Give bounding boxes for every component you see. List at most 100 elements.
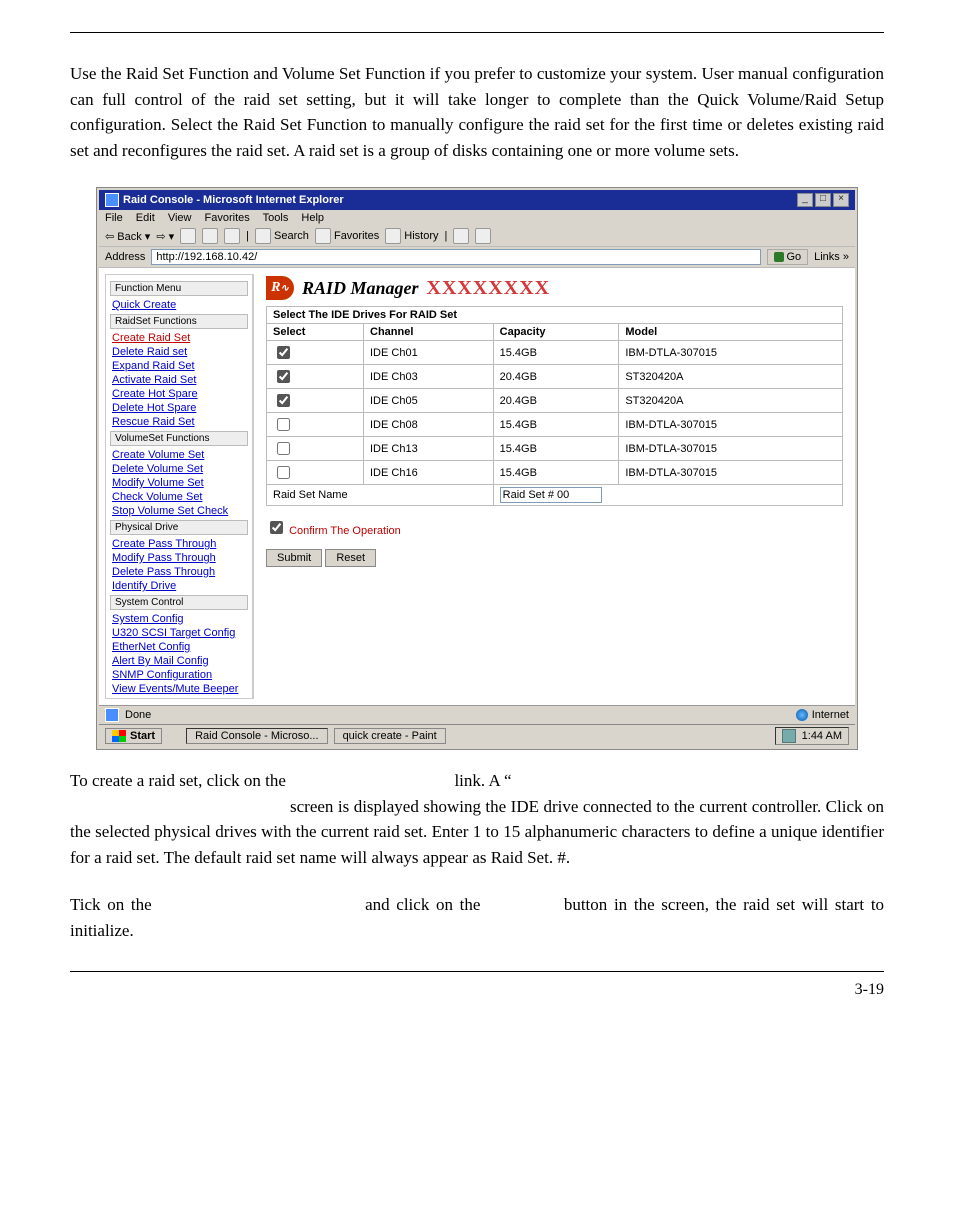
sidebar-create-volume[interactable]: Create Volume Set [112, 448, 246, 462]
status-text: Done [125, 709, 151, 721]
cell-channel: IDE Ch16 [364, 461, 494, 485]
cell-capacity: 15.4GB [493, 461, 619, 485]
task-raid-console[interactable]: Raid Console - Microso... [186, 728, 328, 744]
cell-channel: IDE Ch05 [364, 389, 494, 413]
home-icon[interactable] [224, 228, 240, 244]
row-select[interactable] [277, 394, 290, 407]
sidebar-delete-raid-set[interactable]: Delete Raid set [112, 345, 246, 359]
col-model: Model [619, 324, 843, 341]
cell-capacity: 15.4GB [493, 341, 619, 365]
brand-text: RAID Manager [302, 278, 419, 299]
minimize-button[interactable]: _ [797, 193, 813, 207]
sidebar-rescue-raid-set[interactable]: Rescue Raid Set [112, 415, 246, 429]
sidebar-delete-pt[interactable]: Delete Pass Through [112, 565, 246, 579]
tray-icon[interactable] [782, 729, 796, 743]
mail-icon[interactable] [453, 228, 469, 244]
sidebar-view-events[interactable]: View Events/Mute Beeper [112, 682, 246, 696]
menu-edit[interactable]: Edit [136, 212, 155, 224]
status-bar: Done Internet [99, 705, 855, 724]
confirm-checkbox[interactable] [270, 521, 283, 534]
table-row: IDE Ch0815.4GBIBM-DTLA-307015 [267, 413, 843, 437]
window-titlebar: Raid Console - Microsoft Internet Explor… [99, 190, 855, 210]
cell-model: IBM-DTLA-307015 [619, 437, 843, 461]
address-input[interactable] [151, 249, 761, 265]
menu-view[interactable]: View [168, 212, 192, 224]
forward-button[interactable]: ⇨ ▾ [156, 230, 174, 243]
sidebar-activate-raid-set[interactable]: Activate Raid Set [112, 373, 246, 387]
table-row: IDE Ch0320.4GBST320420A [267, 365, 843, 389]
row-select[interactable] [277, 346, 290, 359]
sidebar-group-raidset: RaidSet Functions [110, 314, 248, 329]
sidebar-expand-raid-set[interactable]: Expand Raid Set [112, 359, 246, 373]
sidebar: Function Menu Quick Create RaidSet Funct… [105, 274, 254, 699]
refresh-icon[interactable] [202, 228, 218, 244]
cell-model: IBM-DTLA-307015 [619, 461, 843, 485]
page-footer: 3-19 [70, 971, 884, 1002]
print-icon[interactable] [475, 228, 491, 244]
sidebar-stop-volume-check[interactable]: Stop Volume Set Check [112, 504, 246, 518]
submit-button[interactable]: Submit [266, 549, 322, 567]
sidebar-u320[interactable]: U320 SCSI Target Config [112, 626, 246, 640]
row-select[interactable] [277, 442, 290, 455]
links-label[interactable]: Links » [814, 251, 849, 263]
screenshot: Raid Console - Microsoft Internet Explor… [96, 187, 858, 750]
sidebar-quick-create[interactable]: Quick Create [112, 298, 246, 312]
row-select[interactable] [277, 370, 290, 383]
col-capacity: Capacity [493, 324, 619, 341]
search-button[interactable]: Search [255, 228, 309, 244]
back-button[interactable]: ⇦ Back ▾ [105, 230, 150, 243]
cell-capacity: 20.4GB [493, 389, 619, 413]
paragraph-3: Tick on the and click on the button in t… [70, 892, 884, 943]
sidebar-snmp[interactable]: SNMP Configuration [112, 668, 246, 682]
favorites-button[interactable]: Favorites [315, 228, 379, 244]
menu-file[interactable]: File [105, 212, 123, 224]
sidebar-group-volumeset: VolumeSet Functions [110, 431, 248, 446]
page-number: 3-19 [70, 978, 884, 1002]
sidebar-create-pt[interactable]: Create Pass Through [112, 537, 246, 551]
confirm-operation[interactable]: Confirm The Operation [266, 525, 401, 537]
menubar: File Edit View Favorites Tools Help [99, 210, 855, 226]
system-tray: 1:44 AM [775, 727, 849, 745]
zone-label: Internet [812, 709, 849, 721]
sidebar-create-raid-set[interactable]: Create Raid Set [112, 331, 246, 345]
menu-favorites[interactable]: Favorites [205, 212, 250, 224]
cell-model: IBM-DTLA-307015 [619, 341, 843, 365]
row-select[interactable] [277, 418, 290, 431]
cell-model: IBM-DTLA-307015 [619, 413, 843, 437]
reset-button[interactable]: Reset [325, 549, 376, 567]
sidebar-delete-hot-spare[interactable]: Delete Hot Spare [112, 401, 246, 415]
cell-channel: IDE Ch13 [364, 437, 494, 461]
toolbar: ⇦ Back ▾ ⇨ ▾ | Search Favorites History … [99, 226, 855, 247]
cell-channel: IDE Ch08 [364, 413, 494, 437]
cell-capacity: 15.4GB [493, 437, 619, 461]
close-button[interactable]: × [833, 193, 849, 207]
start-button[interactable]: Start [105, 728, 162, 744]
brand-suffix: XXXXXXXX [427, 277, 551, 300]
maximize-button[interactable]: □ [815, 193, 831, 207]
sidebar-alert-mail[interactable]: Alert By Mail Config [112, 654, 246, 668]
sidebar-modify-pt[interactable]: Modify Pass Through [112, 551, 246, 565]
sidebar-modify-volume[interactable]: Modify Volume Set [112, 476, 246, 490]
sidebar-system-config[interactable]: System Config [112, 612, 246, 626]
sidebar-identify-drive[interactable]: Identify Drive [112, 579, 246, 593]
menu-tools[interactable]: Tools [263, 212, 289, 224]
sidebar-delete-volume[interactable]: Delete Volume Set [112, 462, 246, 476]
sidebar-group-system: System Control [110, 595, 248, 610]
cell-capacity: 20.4GB [493, 365, 619, 389]
sidebar-check-volume[interactable]: Check Volume Set [112, 490, 246, 504]
menu-help[interactable]: Help [301, 212, 324, 224]
address-bar: Address Go Links » [99, 247, 855, 268]
sidebar-ethernet[interactable]: EtherNet Config [112, 640, 246, 654]
history-button[interactable]: History [385, 228, 438, 244]
stop-icon[interactable] [180, 228, 196, 244]
sidebar-create-hot-spare[interactable]: Create Hot Spare [112, 387, 246, 401]
window-title: Raid Console - Microsoft Internet Explor… [123, 194, 344, 206]
drives-table: Select The IDE Drives For RAID Set Selec… [266, 306, 843, 506]
go-button[interactable]: Go [767, 249, 808, 265]
ie-icon [105, 193, 119, 207]
taskbar: Start Raid Console - Microso... quick cr… [99, 724, 855, 747]
raidset-name-input[interactable] [500, 487, 602, 503]
task-paint[interactable]: quick create - Paint [334, 728, 446, 744]
sidebar-group-physical: Physical Drive [110, 520, 248, 535]
row-select[interactable] [277, 466, 290, 479]
